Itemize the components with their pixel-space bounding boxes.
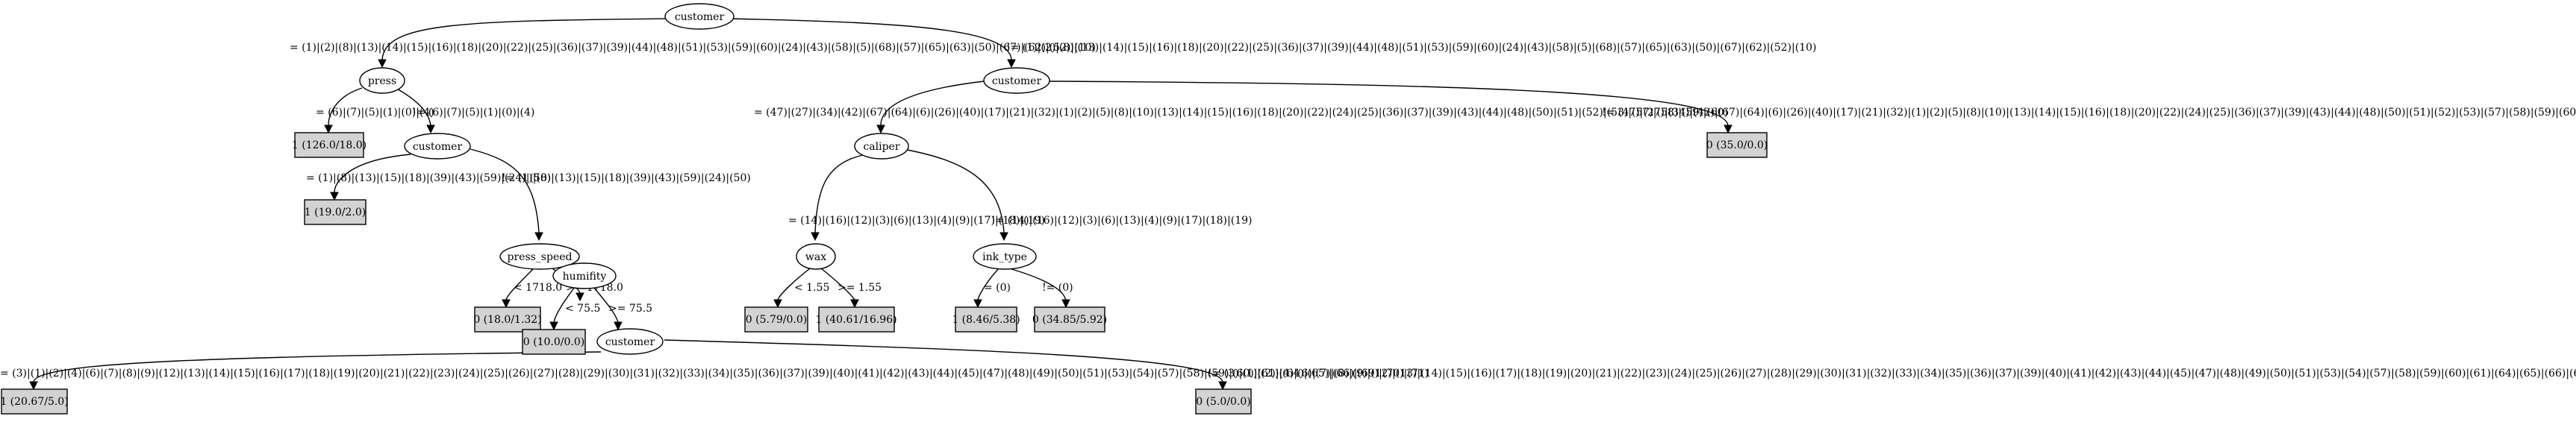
leaf-node: 1 (20.67/5.0)	[0, 388, 69, 415]
edge-caliper-to-wax: = (14)|(16)|(12)|(3)|(6)|(13)|(4)|(9)|(1…	[788, 154, 1045, 242]
leaf-node: 1 (40.61/16.96)	[815, 306, 897, 333]
svg-text:customer: customer	[605, 336, 655, 348]
svg-text:press_speed: press_speed	[508, 251, 573, 263]
svg-text:customer: customer	[675, 11, 725, 23]
edge-label: >= 1.55	[838, 282, 882, 294]
svg-text:press: press	[368, 75, 396, 87]
edge-ink-type-to-leaf-right: != (0)	[1008, 268, 1073, 309]
split-node-wax: wax	[796, 243, 836, 270]
svg-text:1 (20.67/5.0): 1 (20.67/5.0)	[0, 396, 68, 408]
edge-label: = (0)	[984, 282, 1011, 294]
svg-text:0 (5.79/0.0): 0 (5.79/0.0)	[746, 314, 807, 326]
split-node-caliper: caliper	[854, 133, 909, 160]
leaf-node: 0 (5.0/0.0)	[1195, 388, 1252, 415]
svg-text:caliper: caliper	[863, 141, 899, 153]
svg-text:0 (34.85/5.92): 0 (34.85/5.92)	[1032, 314, 1107, 326]
edge-label: != (14)|(16)|(12)|(3)|(6)|(13)|(4)|(9)|(…	[991, 215, 1252, 227]
edge-customer-to-leaf-right: != (3)|(1)|(2)|(4)|(6)|(7)|(8)|(9)|(12)|…	[664, 339, 2576, 391]
edge-label: != (6)|(7)|(5)|(1)|(0)|(4)	[412, 107, 534, 119]
svg-text:customer: customer	[413, 141, 463, 153]
leaf-node: 0 (18.0/1.32)	[473, 306, 542, 333]
edge-customer-to-caliper: = (47)|(27)|(34)|(42)|(67)|(64)|(6)|(26)…	[754, 81, 1728, 134]
edge-label: != (1)|(8)|(13)|(15)|(18)|(39)|(43)|(59)…	[502, 172, 751, 184]
edge-label: != (1)|(2)|(8)|(13)|(14)|(15)|(16)|(18)|…	[1006, 42, 1816, 54]
svg-text:0 (35.0/0.0): 0 (35.0/0.0)	[1706, 139, 1768, 151]
split-node-customer: customer	[596, 328, 664, 355]
edge-ink-type-to-leaf-left: = (0)	[973, 268, 1011, 309]
split-node-customer: customer	[983, 67, 1050, 94]
leaf-node: 0 (34.85/5.92)	[1032, 306, 1107, 333]
decision-tree-diagram: = (1)|(2)|(8)|(13)|(14)|(15)|(16)|(18)|(…	[0, 3, 2576, 415]
split-node-press: press	[359, 67, 405, 94]
edge-label: >= 75.5	[608, 303, 652, 315]
split-node-humifity: humifity	[552, 262, 617, 289]
edge-label: < 1.55	[794, 282, 829, 294]
edge-label: != (47)|(27)|(34)|(42)|(67)|(64)|(6)|(26…	[1602, 107, 2576, 119]
svg-text:0 (5.0/0.0): 0 (5.0/0.0)	[1196, 396, 1251, 408]
svg-text:1 (126.0/18.0): 1 (126.0/18.0)	[292, 139, 367, 151]
split-node-root-customer: customer	[664, 3, 735, 30]
svg-text:humifity: humifity	[563, 271, 607, 283]
svg-text:1 (19.0/2.0): 1 (19.0/2.0)	[305, 207, 366, 218]
edge-label: < 1718.0	[514, 282, 562, 294]
split-node-customer: customer	[404, 133, 471, 160]
svg-text:0 (10.0/0.0): 0 (10.0/0.0)	[523, 336, 584, 348]
edge-wax-to-leaf-left: < 1.55	[773, 268, 829, 309]
tree-nodes: customer press customer 1 (126.0/18.0) c…	[0, 3, 1768, 415]
edge-customer-to-press-speed: != (1)|(8)|(13)|(15)|(18)|(39)|(43)|(59)…	[470, 148, 751, 242]
svg-text:0 (18.0/1.32): 0 (18.0/1.32)	[473, 314, 541, 326]
leaf-node: 1 (126.0/18.0)	[292, 132, 367, 158]
split-node-ink-type: ink_type	[973, 243, 1037, 270]
leaf-node: 0 (35.0/0.0)	[1706, 132, 1768, 158]
svg-text:1 (40.61/16.96): 1 (40.61/16.96)	[815, 314, 896, 326]
leaf-node: 0 (10.0/0.0)	[522, 329, 586, 355]
leaf-node: 0 (5.79/0.0)	[744, 306, 808, 333]
edge-label: != (0)	[1042, 282, 1073, 294]
edge-label: = (47)|(27)|(34)|(42)|(67)|(64)|(6)|(26)…	[754, 107, 1728, 119]
edge-label: < 75.5	[565, 303, 600, 315]
svg-text:1 (8.46/5.38): 1 (8.46/5.38)	[952, 314, 1020, 326]
edge-wax-to-leaf-right: >= 1.55	[820, 268, 882, 309]
edge-label: != (3)|(1)|(2)|(4)|(6)|(7)|(8)|(9)|(12)|…	[1208, 368, 2576, 380]
svg-text:customer: customer	[992, 75, 1042, 87]
edge-press-to-customer: != (6)|(7)|(5)|(1)|(0)|(4)	[395, 87, 534, 134]
leaf-node: 1 (19.0/2.0)	[304, 199, 367, 225]
leaf-node: 1 (8.46/5.38)	[952, 306, 1020, 333]
edge-label: = (1)|(2)|(8)|(13)|(14)|(15)|(16)|(18)|(…	[290, 42, 1096, 54]
svg-text:wax: wax	[805, 251, 826, 263]
svg-text:ink_type: ink_type	[982, 251, 1027, 263]
